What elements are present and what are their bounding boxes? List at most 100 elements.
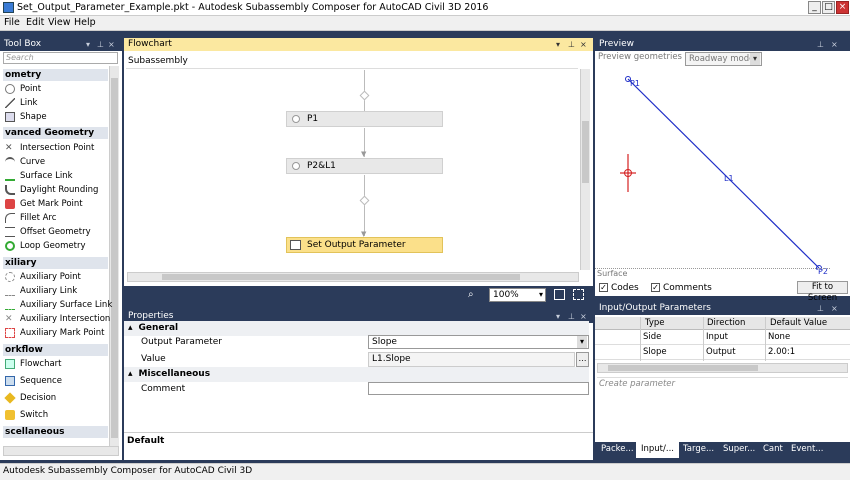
- toolbox-item-fillet-arc[interactable]: Fillet Arc: [5, 212, 56, 225]
- value-field[interactable]: L1.Slope: [368, 352, 575, 367]
- toolbox-scrollbar[interactable]: [109, 66, 119, 446]
- toolbox-item-label: Flowchart: [20, 359, 62, 369]
- codes-label: Codes: [611, 283, 639, 293]
- toolbox-category-advanced[interactable]: vanced Geometry: [3, 127, 108, 139]
- group-label: General: [138, 323, 179, 333]
- tab-input-output-parameters[interactable]: Input/...: [636, 442, 679, 458]
- toolbox-item-decision[interactable]: Decision: [4, 391, 57, 405]
- pin-icon[interactable]: ⊥: [97, 38, 104, 51]
- output-parameter-select[interactable]: Slope ▾: [368, 335, 589, 349]
- toolbox-item-auxiliary-point[interactable]: Auxiliary Point: [5, 271, 81, 284]
- toolbox-item-offset-geometry[interactable]: Offset Geometry: [5, 226, 91, 239]
- toolbox-item-surface-link[interactable]: Surface Link: [5, 170, 73, 183]
- menu-help[interactable]: Help: [74, 17, 96, 28]
- close-icon[interactable]: ×: [108, 38, 115, 51]
- fit-to-screen-button[interactable]: Fit to Screen: [797, 281, 848, 303]
- flowchart-hscrollbar[interactable]: [127, 272, 579, 282]
- toolbox-item-label: Decision: [20, 393, 57, 403]
- toolbox-item-switch[interactable]: Switch: [5, 409, 48, 422]
- io-table-header: Type Direction Default Value: [595, 317, 850, 330]
- toolbox-item-label: Curve: [20, 157, 46, 167]
- tab-cant[interactable]: Cant: [763, 444, 783, 454]
- toolbox-item-daylight-rounding[interactable]: Daylight Rounding: [5, 184, 98, 197]
- toolbox-category-workflow[interactable]: orkflow: [3, 344, 108, 356]
- toolbox-item-intersection-point[interactable]: ✕ Intersection Point: [5, 142, 94, 155]
- toolbox-search-input[interactable]: Search: [3, 52, 118, 64]
- toolbox-category-auxiliary[interactable]: xiliary: [3, 257, 108, 269]
- close-button[interactable]: ×: [836, 1, 849, 14]
- toolbox-category-miscellaneous[interactable]: scellaneous: [3, 426, 108, 438]
- column-header-default-value[interactable]: Default Value: [770, 318, 827, 328]
- toolbox-item-label: Intersection Point: [20, 143, 95, 153]
- close-icon[interactable]: ×: [831, 38, 838, 51]
- preview-header: Preview ⊥ ×: [595, 38, 850, 51]
- restore-button[interactable]: □: [822, 1, 835, 14]
- comment-field[interactable]: [368, 382, 589, 395]
- dropdown-icon[interactable]: ▾: [86, 38, 90, 51]
- overview-icon[interactable]: [573, 289, 584, 300]
- minimize-button[interactable]: _: [808, 1, 821, 14]
- toolbox-item-shape[interactable]: Shape: [5, 111, 47, 124]
- toolbox-item-link[interactable]: Link: [5, 97, 37, 110]
- toolbox-item-label: Auxiliary Point: [20, 272, 81, 282]
- tab-superelevation[interactable]: Super...: [723, 444, 755, 454]
- toolbox-item-label: Shape: [20, 112, 47, 122]
- toolbox-item-get-mark-point[interactable]: Get Mark Point: [5, 198, 83, 211]
- properties-group-miscellaneous[interactable]: ▴ Miscellaneous: [124, 367, 589, 382]
- toolbox-hscrollbar[interactable]: [3, 446, 119, 456]
- comments-checkbox[interactable]: ✓: [651, 283, 660, 292]
- toolbox-item-auxiliary-surface-link[interactable]: Auxiliary Surface Link: [5, 299, 112, 312]
- cell-type: Side: [643, 332, 662, 342]
- flowchart-vscrollbar[interactable]: [580, 69, 590, 270]
- io-table-hscrollbar[interactable]: [597, 363, 848, 373]
- pin-icon[interactable]: ⊥: [568, 38, 575, 51]
- switch-icon: [5, 409, 15, 420]
- table-row[interactable]: Slope Output 2.00:1: [595, 346, 850, 360]
- tab-packet-settings[interactable]: Packe...: [601, 444, 634, 454]
- preview-title: Preview: [599, 39, 635, 49]
- toolbox-item-label: Auxiliary Surface Link: [20, 300, 113, 310]
- fit-view-icon[interactable]: [554, 289, 565, 300]
- surface-link-icon: [5, 171, 15, 181]
- toolbox-item-point[interactable]: Point: [5, 83, 41, 96]
- flow-node-p1[interactable]: P1: [286, 111, 443, 127]
- menu-view[interactable]: View: [48, 17, 71, 28]
- toolbox-item-loop-geometry[interactable]: Loop Geometry: [5, 240, 85, 253]
- property-label: Value: [141, 354, 166, 364]
- zoom-select[interactable]: 100% ▾: [489, 288, 546, 302]
- menu-edit[interactable]: Edit: [26, 17, 44, 28]
- toolbox-item-auxiliary-mark-point[interactable]: Auxiliary Mark Point: [5, 327, 105, 340]
- toolbox-item-auxiliary-intersection[interactable]: ✕ Auxiliary Intersection: [5, 313, 110, 326]
- pin-icon[interactable]: ⊥: [817, 302, 824, 315]
- cell-direction: Output: [706, 347, 736, 357]
- flow-node-set-output-parameter[interactable]: Set Output Parameter: [286, 237, 443, 253]
- toolbox-header: Tool Box ▾ ⊥ ×: [0, 38, 122, 51]
- dropdown-icon[interactable]: ▾: [556, 38, 560, 51]
- properties-group-general[interactable]: ▴ General: [124, 321, 589, 336]
- column-header-direction[interactable]: Direction: [707, 318, 745, 328]
- toolbox-item-label: Sequence: [20, 376, 62, 386]
- toolbox-item-sequence[interactable]: Sequence: [5, 375, 62, 388]
- flowchart-title: Flowchart: [128, 39, 172, 49]
- toolbox-item-flowchart[interactable]: Flowchart: [5, 358, 62, 371]
- codes-checkbox[interactable]: ✓: [599, 283, 608, 292]
- column-header-type[interactable]: Type: [645, 318, 665, 328]
- value-editor-button[interactable]: …: [576, 352, 589, 367]
- flow-node-p2-l1[interactable]: P2&L1: [286, 158, 443, 174]
- toolbox-category-geometry[interactable]: ometry: [3, 69, 108, 81]
- preview-canvas[interactable]: [595, 70, 850, 270]
- pin-icon[interactable]: ⊥: [817, 38, 824, 51]
- close-icon[interactable]: ×: [580, 38, 587, 51]
- surface-line: [595, 268, 830, 269]
- breadcrumb[interactable]: Subassembly: [128, 56, 188, 66]
- toolbox-item-curve[interactable]: Curve: [5, 156, 45, 169]
- preview-mode-select[interactable]: Roadway mode ▾: [685, 52, 762, 66]
- table-row[interactable]: Side Input None: [595, 331, 850, 345]
- toolbox-item-auxiliary-link[interactable]: Auxiliary Link: [5, 285, 77, 298]
- menu-file[interactable]: File: [4, 17, 20, 28]
- create-parameter-input[interactable]: Create parameter: [597, 377, 848, 390]
- tab-target-parameters[interactable]: Targe...: [683, 444, 714, 454]
- chevron-down-icon: ▾: [538, 290, 543, 299]
- tab-event-viewer[interactable]: Event...: [791, 444, 823, 454]
- close-icon[interactable]: ×: [831, 302, 838, 315]
